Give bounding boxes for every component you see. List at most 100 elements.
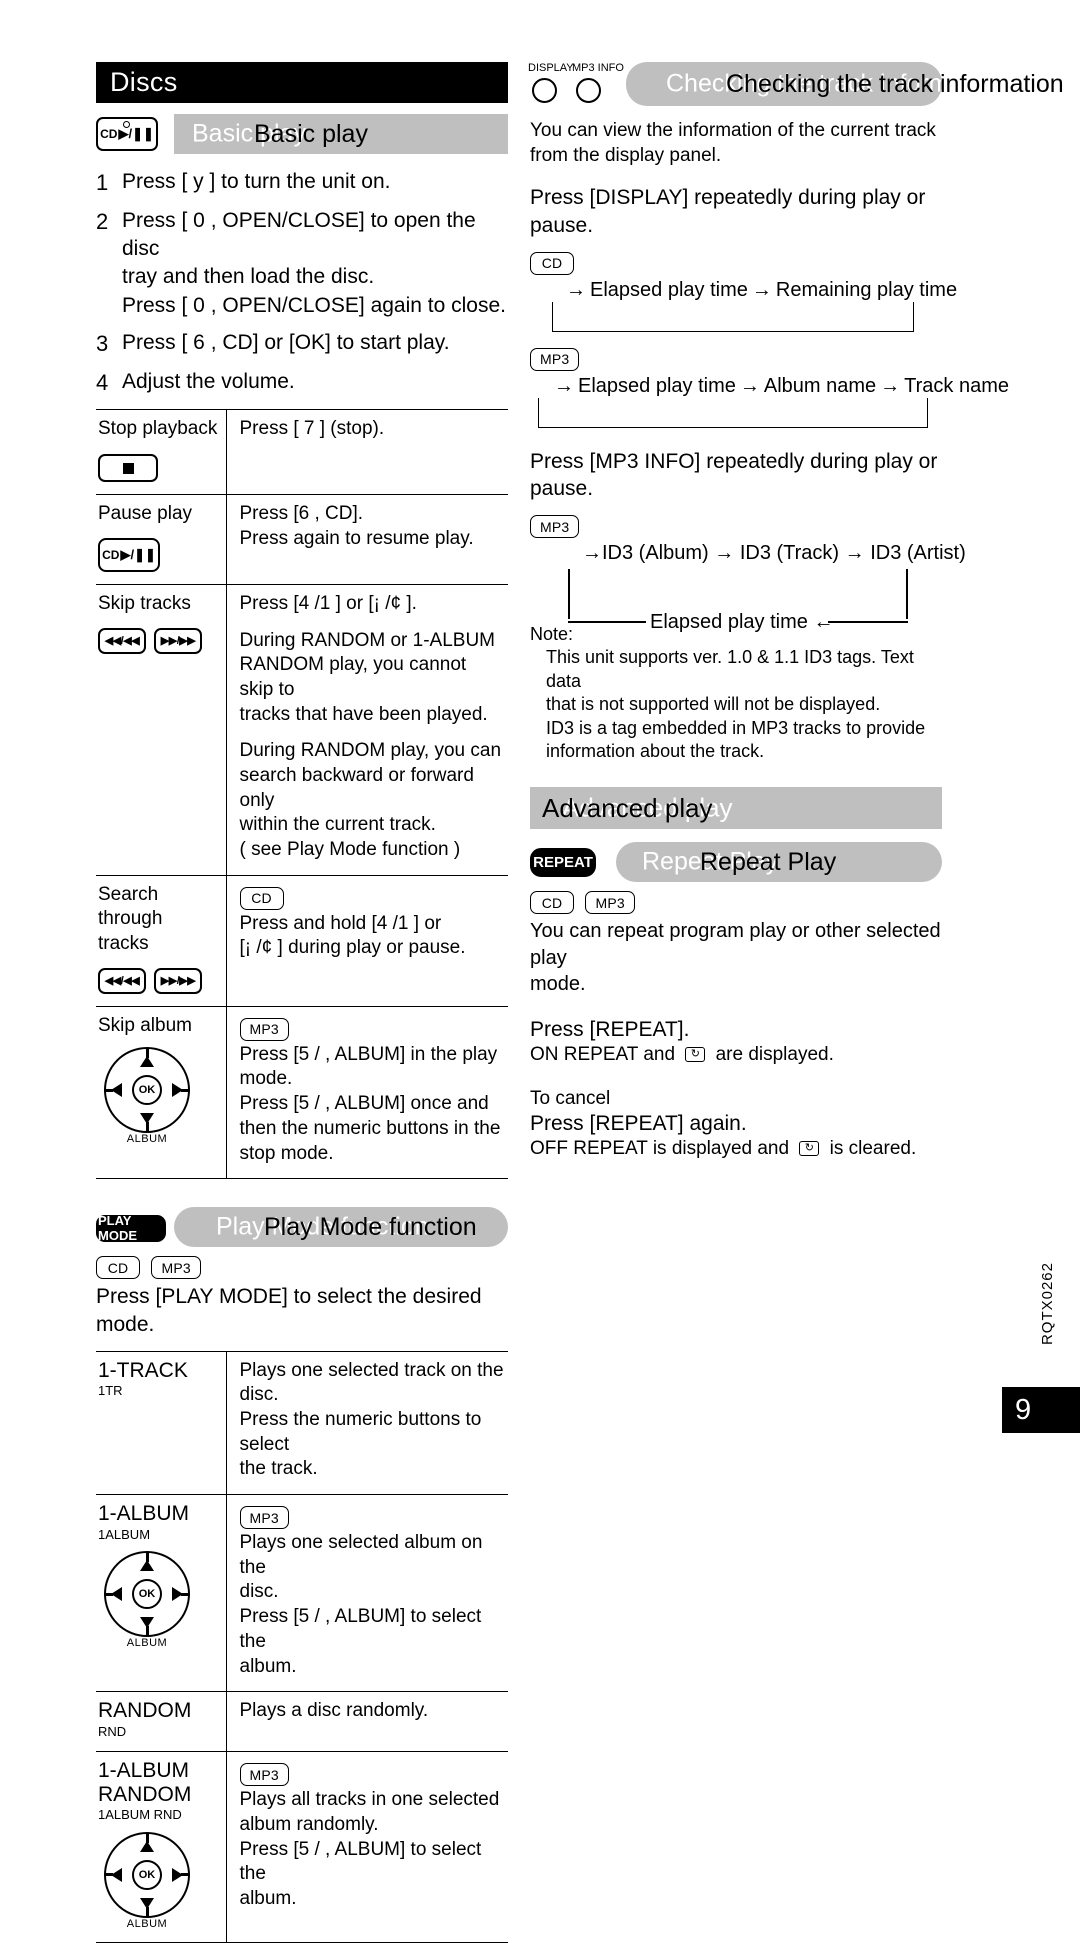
media-tag-row: MP3 bbox=[530, 347, 942, 371]
mode-desc: the track. bbox=[239, 1458, 318, 1480]
operation-desc: Press [5 / , ALBUM] in the play bbox=[239, 1043, 498, 1065]
mode-name-cell: 1-ALBUM RANDOM 1ALBUM RND OK ALBUM bbox=[96, 1751, 227, 1943]
cycle-sequence: → Elapsed play time → Remaining play tim… bbox=[530, 279, 957, 302]
media-tag-mp3: MP3 bbox=[239, 1017, 289, 1041]
play-mode-key-badge[interactable]: PLAY MODE bbox=[96, 1212, 166, 1243]
operation-desc: Press and hold [4 /1 ] or bbox=[239, 912, 442, 934]
cycle-item: ID3 (Track) bbox=[739, 542, 840, 565]
mp3-display-cycle-diagram: → Elapsed play time → Album name → Track… bbox=[530, 374, 1009, 428]
section-header-label: Play Mode function bbox=[264, 1212, 477, 1241]
media-tag-cd: CD bbox=[530, 251, 574, 275]
media-tag-row: MP3 bbox=[239, 1763, 505, 1787]
mode-desc: Plays a disc randomly. bbox=[239, 1700, 429, 1722]
display-key-icon[interactable] bbox=[532, 78, 557, 103]
play-mode-table: 1-TRACK 1TR Plays one selected track on … bbox=[96, 1350, 508, 1943]
media-tag-mp3: MP3 bbox=[239, 1763, 289, 1787]
chapter-title-bar: Discs bbox=[96, 62, 508, 103]
mode-display-code: RND bbox=[98, 1723, 127, 1739]
operation-desc: Press [4 /1 ] or [¡ /¢ ]. bbox=[239, 592, 417, 614]
ok-navigation-pad-icon: OK bbox=[104, 1831, 190, 1918]
repeat-key-badge[interactable]: REPEAT bbox=[530, 847, 596, 877]
operation-label: Pause play bbox=[98, 503, 193, 525]
repeat-display-icon: ↻ bbox=[799, 1141, 820, 1157]
table-row: RANDOM RND Plays a disc randomly. bbox=[96, 1691, 508, 1752]
table-row: Skip tracks ◀◀/◀◀ ▶▶/▶▶ Press [4 /1 ] or… bbox=[96, 583, 508, 876]
mode-desc: album. bbox=[239, 1655, 297, 1677]
operation-desc: stop mode. bbox=[239, 1142, 334, 1164]
basic-play-steps: 1 Press [ y ] to turn the unit on. 2 Pre… bbox=[96, 168, 508, 397]
mp3info-key-icon[interactable] bbox=[576, 78, 601, 103]
section-header-label: Basic play bbox=[254, 119, 368, 148]
track-info-intro: You can view the information of the curr… bbox=[530, 120, 936, 167]
operation-label: Skip tracks bbox=[98, 592, 191, 614]
operation-desc: Press [6 , CD]. bbox=[239, 503, 364, 525]
id3-cycle-diagram: →ID3 (Album) → ID3 (Track) → ID3 (Artist… bbox=[530, 542, 966, 633]
row-desc-cell: Press [ 7 ] (stop). bbox=[226, 409, 508, 495]
chapter-title: Discs bbox=[110, 67, 178, 97]
display-and-mp3info-keys[interactable]: DISPLAY MP3 INFO bbox=[528, 62, 624, 104]
operation-desc: within the current track. bbox=[239, 814, 436, 836]
media-tag-mp3: MP3 bbox=[151, 1256, 201, 1280]
cycle-item: ID3 (Artist) bbox=[870, 542, 966, 565]
cycle-item: Elapsed play time bbox=[578, 374, 736, 397]
play-mode-intro: Press [PLAY MODE] to select the desired … bbox=[96, 1285, 482, 1336]
row-desc-cell: Press [6 , CD]. Press again to resume pl… bbox=[226, 494, 508, 585]
repeat-intro: You can repeat program play or other sel… bbox=[530, 920, 941, 996]
section-header-play-mode: PLAY MODE Play Mode function Play Mode f… bbox=[96, 1207, 508, 1248]
mode-name-cell: 1-ALBUM 1ALBUM OK ALBUM bbox=[96, 1494, 227, 1692]
media-tag-mp3: MP3 bbox=[530, 347, 580, 371]
table-row: Search through tracks ◀◀/◀◀ ▶▶/▶▶ CD Pre… bbox=[96, 874, 508, 1007]
ok-button-label: OK bbox=[132, 1075, 162, 1106]
section-header-label: Repeat Play bbox=[700, 847, 837, 876]
display-key-label: DISPLAY bbox=[528, 62, 574, 74]
media-tag-mp3: MP3 bbox=[530, 515, 580, 539]
step-item: 1 Press [ y ] to turn the unit on. bbox=[96, 168, 508, 198]
media-tag-row: CD bbox=[530, 251, 942, 275]
cycle-bottom-row: Elapsed play time ← bbox=[650, 611, 833, 634]
section-header-track-info: DISPLAY MP3 INFO Checking the track info… bbox=[528, 62, 1064, 106]
note-block: Note: This unit supports ver. 1.0 & 1.1 … bbox=[530, 623, 942, 763]
cycle-loop-line bbox=[538, 397, 928, 428]
row-desc-cell: CD Press and hold [4 /1 ] or [¡ /¢ ] dur… bbox=[226, 874, 508, 1007]
mode-desc: album randomly. bbox=[239, 1813, 379, 1835]
mode-name: RANDOM bbox=[98, 1699, 192, 1723]
media-tag-cd: CD bbox=[239, 886, 284, 910]
media-tag-row: CD MP3 bbox=[530, 891, 942, 915]
media-tag-row: CD bbox=[239, 886, 505, 910]
operation-desc: RANDOM play, you cannot skip to bbox=[239, 654, 467, 700]
step-number: 4 bbox=[96, 369, 109, 395]
cancel-result: OFF REPEAT is displayed and ↻ is cleared… bbox=[530, 1137, 917, 1159]
skip-keys-icon: ◀◀/◀◀ ▶▶/▶▶ bbox=[98, 967, 218, 994]
mode-name: 1-ALBUM RANDOM bbox=[98, 1759, 192, 1806]
media-tag-mp3: MP3 bbox=[585, 891, 635, 915]
cycle-arrow-icon: → bbox=[554, 374, 574, 397]
cycle-arrow-icon: → bbox=[880, 374, 901, 397]
step-item: 3 Press [ 6 , CD] or [OK] to start play. bbox=[96, 329, 508, 359]
cycle-sequence: → Elapsed play time → Album name → Track… bbox=[530, 374, 1009, 398]
repeat-cancel-block: To cancel Press [REPEAT] again. OFF REPE… bbox=[530, 1088, 942, 1160]
cycle-item: Track name bbox=[904, 374, 1009, 397]
cycle-item: Remaining play time bbox=[775, 278, 958, 301]
okpad-caption: ALBUM bbox=[126, 1133, 168, 1146]
cd-display-cycle-diagram: → Elapsed play time → Remaining play tim… bbox=[530, 279, 957, 332]
operations-table: Stop playback Press [ 7 ] (stop). Pause … bbox=[96, 409, 508, 1180]
repeat-display-icon: ↻ bbox=[685, 1047, 706, 1063]
cycle-arrow-icon: → bbox=[582, 542, 602, 565]
mode-desc-cell: Plays one selected track on the disc. Pr… bbox=[226, 1350, 508, 1495]
operation-desc: ( see Play Mode function ) bbox=[239, 839, 461, 860]
operation-desc: During RANDOM or 1-ALBUM bbox=[239, 629, 496, 651]
cd-play-pause-key-icon: CD ▶/❚❚ bbox=[96, 117, 158, 151]
operation-desc: mode. bbox=[239, 1068, 293, 1090]
ok-navigation-pad-icon: OK bbox=[104, 1047, 190, 1134]
left-column: Discs CD ▶/❚❚ Basic play Basic play 1 Pre… bbox=[96, 62, 508, 1943]
operation-desc: Press [5 / , ALBUM] once and bbox=[239, 1093, 489, 1115]
row-label-cell: Skip tracks ◀◀/◀◀ ▶▶/▶▶ bbox=[96, 583, 227, 876]
operation-desc: then the numeric buttons in the bbox=[239, 1117, 501, 1139]
cycle-loop-lines: Elapsed play time ← bbox=[530, 565, 942, 633]
mode-desc: disc. bbox=[239, 1581, 279, 1603]
mode-name: 1-TRACK bbox=[98, 1358, 188, 1382]
repeat-badge-label: REPEAT bbox=[530, 847, 596, 877]
step-text: Adjust the volume. bbox=[122, 369, 295, 393]
cycle-item: ID3 (Album) bbox=[602, 542, 709, 565]
band-label: Advanced play bbox=[542, 792, 713, 823]
